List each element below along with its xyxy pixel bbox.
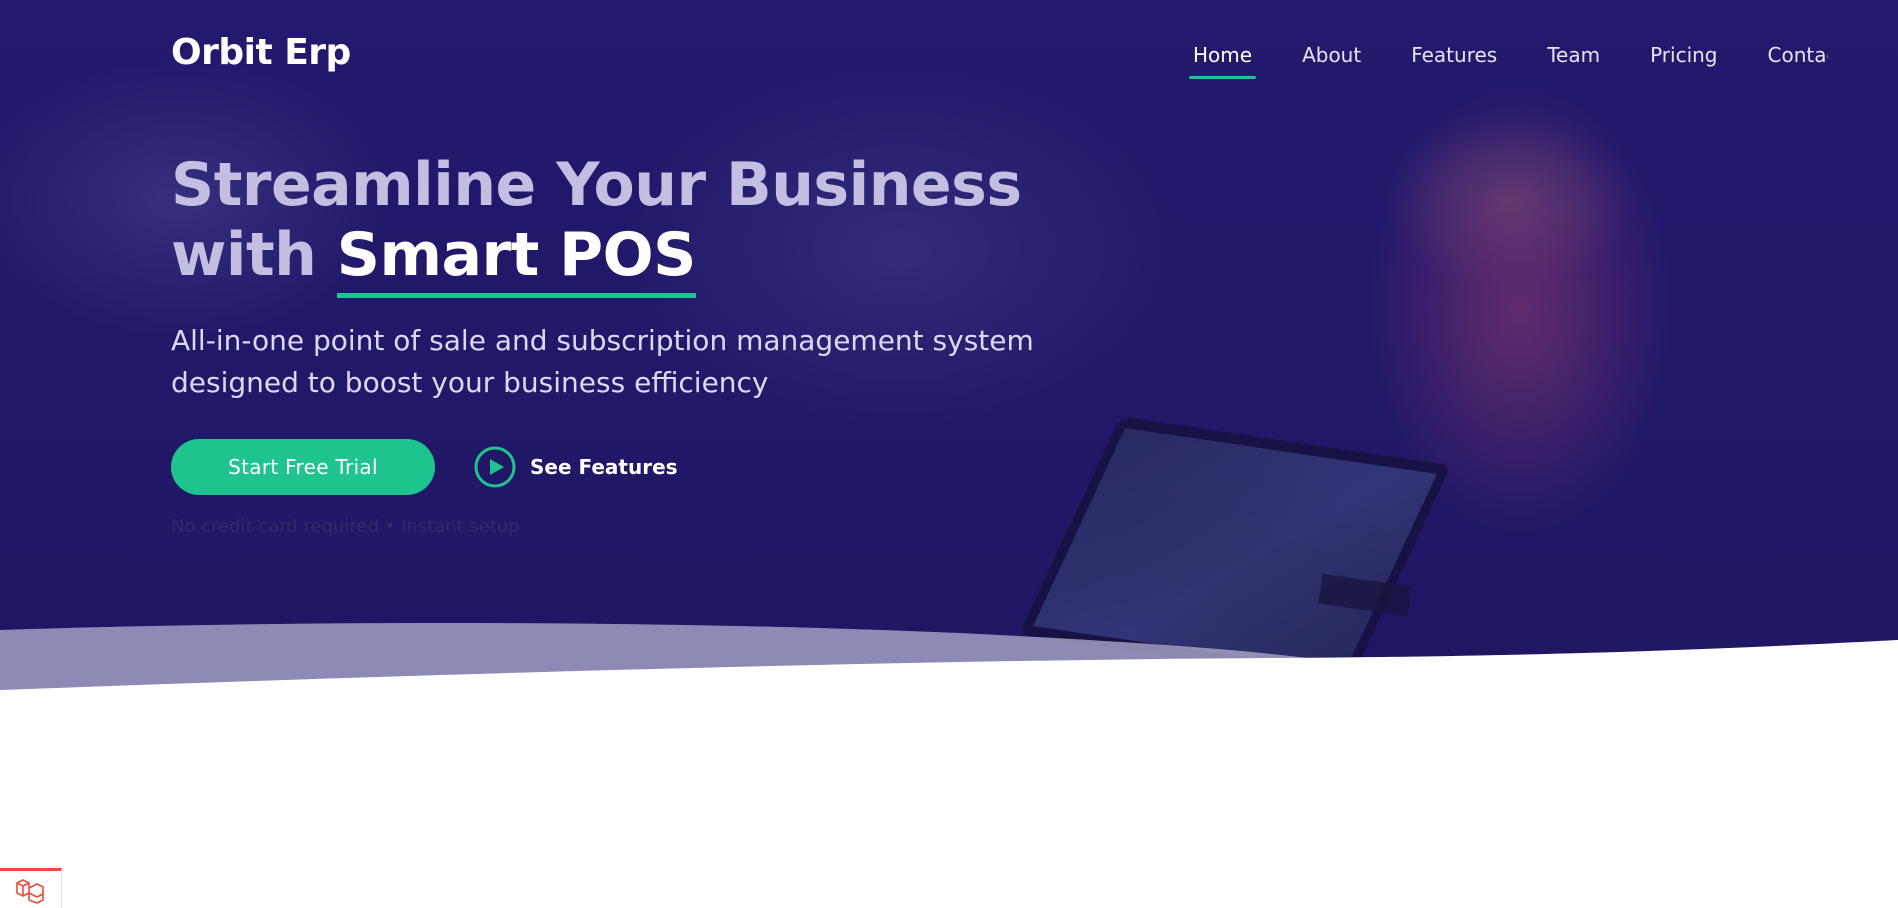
hero-headline-prefix: with [171, 220, 337, 290]
hero-headline-accent: Smart POS [336, 220, 696, 298]
hero-headline-line1: Streamline Your Business [171, 150, 1022, 220]
debug-bar-toggle[interactable] [0, 868, 62, 908]
nav-item-team[interactable]: Team [1547, 43, 1600, 67]
nav-item-about[interactable]: About [1302, 43, 1361, 67]
play-circle-icon [474, 446, 516, 488]
see-features-button[interactable]: See Features [474, 446, 678, 488]
nav-item-pricing[interactable]: Pricing [1650, 43, 1717, 67]
start-free-trial-button[interactable]: Start Free Trial [171, 439, 435, 495]
hero-headline: Streamline Your Business with Smart POS [171, 150, 1022, 298]
nav-item-contact[interactable]: Contact [1768, 43, 1828, 67]
nav-item-home[interactable]: Home [1188, 43, 1257, 79]
nav-links: Home About Features Team Pricing Contact [1188, 43, 1828, 79]
top-navbar: Orbit Erp Home About Features Team Prici… [0, 0, 1898, 110]
nav-item-features[interactable]: Features [1411, 43, 1497, 67]
hero-wave-divider [0, 623, 1898, 720]
hero-note: No credit card required • Instant setup [171, 516, 520, 537]
laravel-icon [16, 879, 44, 904]
hero-headline-line2: with Smart POS [171, 220, 1022, 298]
hero-subtitle: All-in-one point of sale and subscriptio… [171, 324, 1034, 399]
brand-logo[interactable]: Orbit Erp [171, 32, 351, 73]
see-features-label: See Features [530, 455, 678, 479]
landing-page: Orbit Erp Home About Features Team Prici… [0, 0, 1898, 908]
